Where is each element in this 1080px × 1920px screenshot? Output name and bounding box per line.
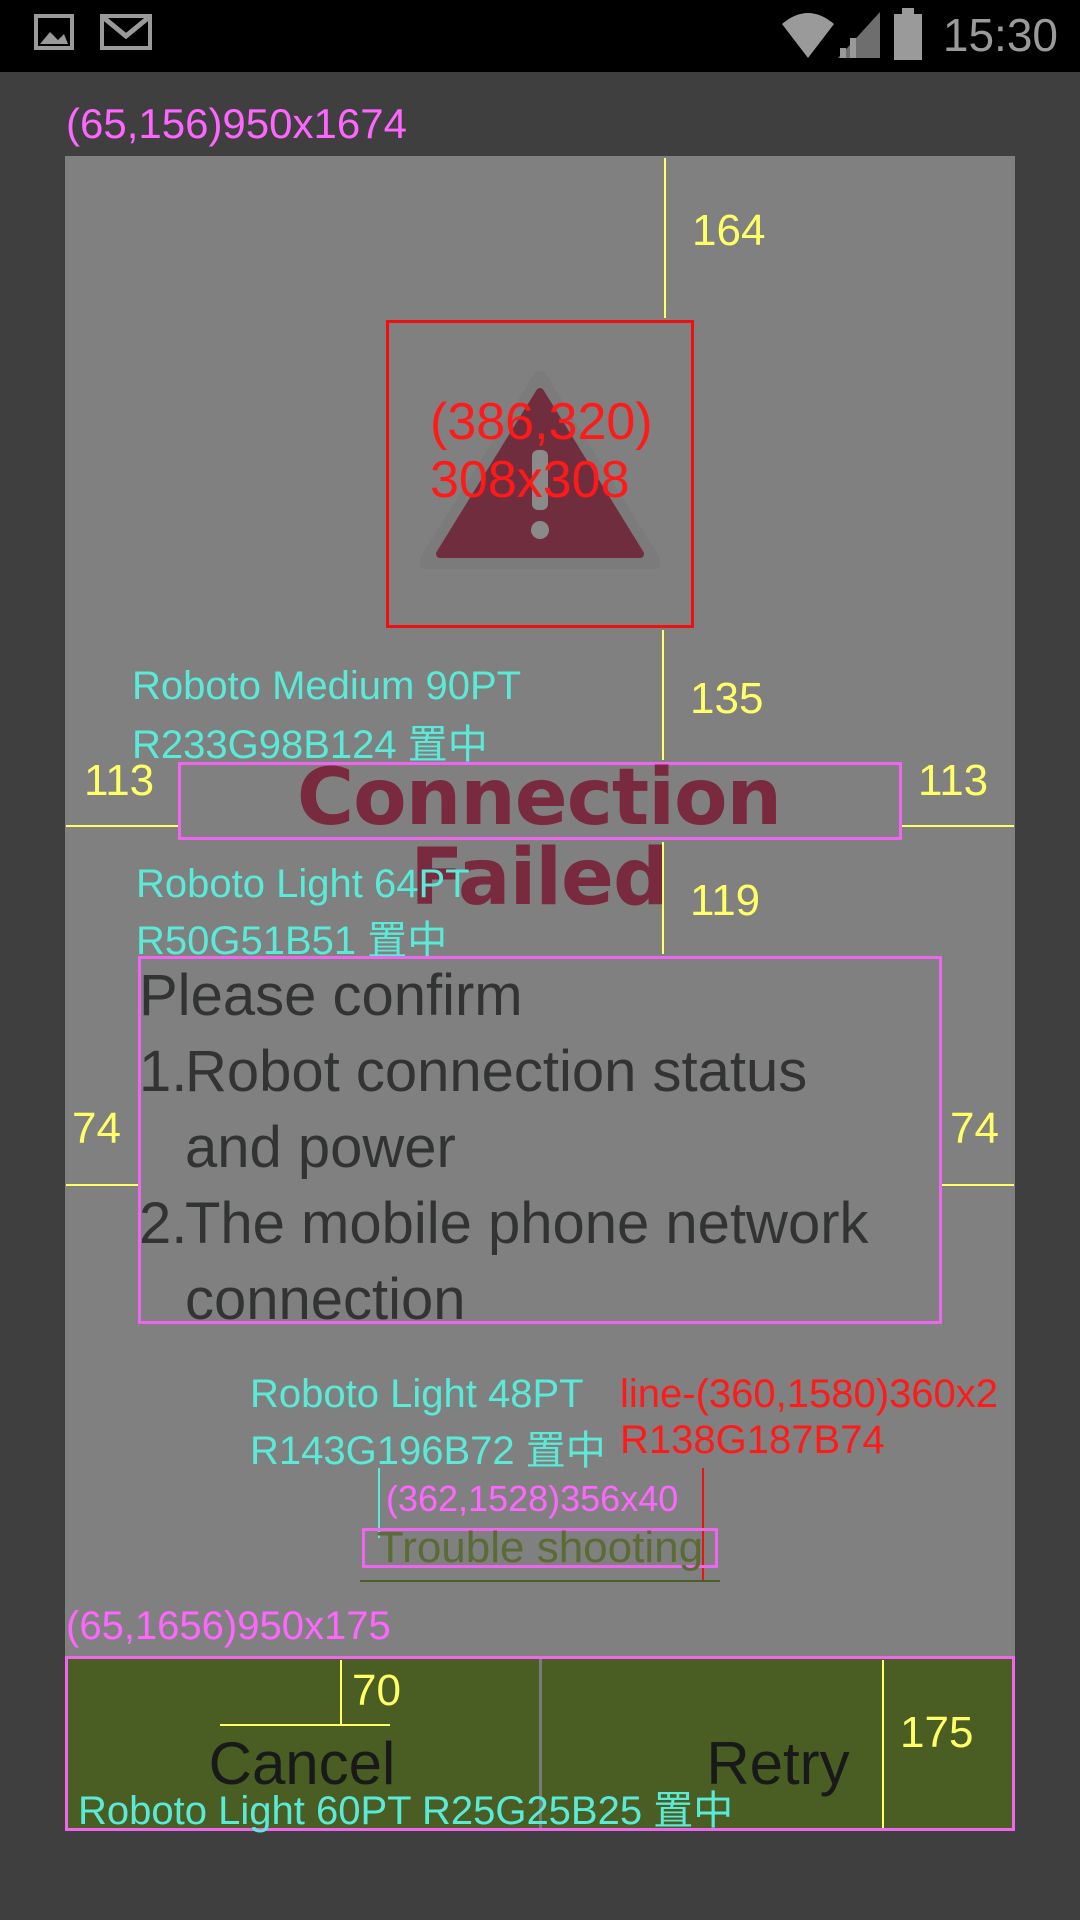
- line-color-annotation: R138G187B74: [620, 1418, 885, 1462]
- link-color-annotation: R143G196B72 置中: [250, 1429, 606, 1473]
- msg-font-annotation: Roboto Light 64PT: [136, 862, 470, 906]
- message-item-1-line1: Robot connection status: [185, 1039, 808, 1104]
- battery-icon: [894, 8, 922, 60]
- button-text-offset-annotation: 70: [352, 1666, 401, 1715]
- message-item-1: 1. Robot connection status and power: [139, 1034, 939, 1186]
- gap-title-msg-arrow: [662, 842, 664, 954]
- troubleshooting-underline: [360, 1580, 720, 1582]
- title-margin-right-arrow: [902, 825, 1014, 827]
- image-icon: [34, 14, 74, 50]
- link-box-annotation: (362,1528)356x40: [386, 1478, 679, 1519]
- message-item-2: 2. The mobile phone network connection: [139, 1186, 939, 1338]
- message-item-1-line2: and power: [185, 1115, 456, 1180]
- gmail-icon: [100, 14, 152, 50]
- title-margin-right-annotation: 113: [918, 756, 989, 805]
- dialog-frame-annotation: (65,156)950x1674: [66, 100, 407, 147]
- line-spec-annotation: line-(360,1580)360x2: [620, 1372, 999, 1416]
- message-intro: Please confirm: [139, 963, 523, 1028]
- troubleshooting-link[interactable]: Trouble shooting: [362, 1526, 718, 1570]
- message-item-2-line2: connection: [185, 1267, 466, 1332]
- msg-margin-right-arrow: [942, 1184, 1014, 1186]
- msg-margin-right-annotation: 74: [950, 1104, 999, 1153]
- msg-margin-left-annotation: 74: [72, 1104, 121, 1153]
- wifi-icon: [782, 13, 834, 58]
- button-text-offset-arrow: [340, 1660, 342, 1724]
- icon-coord-annotation: (386,320): [430, 393, 653, 451]
- button-font-annotation: Roboto Light 60PT R25G25B25 置中: [78, 1789, 734, 1833]
- gap-icon-title-annotation: 135: [690, 674, 764, 723]
- title-font-annotation: Roboto Medium 90PT: [132, 664, 522, 708]
- signal-icon: [838, 12, 880, 58]
- message-item-2-line1: The mobile phone network: [185, 1191, 869, 1256]
- status-bar: 15:30: [0, 0, 1080, 72]
- title-margin-left-annotation: 113: [84, 756, 155, 805]
- msg-margin-left-arrow: [66, 1184, 138, 1186]
- link-font-annotation: Roboto Light 48PT: [250, 1372, 584, 1416]
- gap-title-msg-annotation: 119: [690, 876, 761, 925]
- dialog-message: Please confirm 1. Robot connection statu…: [139, 958, 939, 1338]
- button-height-arrow: [882, 1660, 884, 1828]
- gap-top-arrow: [664, 158, 666, 318]
- button-height-annotation: 175: [900, 1708, 974, 1757]
- message-item-2-number: 2.: [139, 1191, 188, 1256]
- button-text-offset-line: [220, 1724, 390, 1726]
- title-margin-left-arrow: [66, 825, 178, 827]
- gap-top-annotation: 164: [692, 206, 766, 255]
- icon-size-annotation: 308x308: [430, 451, 630, 509]
- button-frame-annotation: (65,1656)950x175: [66, 1604, 391, 1648]
- message-item-1-number: 1.: [139, 1039, 188, 1104]
- gap-icon-title-arrow: [662, 630, 664, 760]
- dialog-title: Connection Failed: [296, 753, 782, 923]
- status-time: 15:30: [942, 9, 1058, 61]
